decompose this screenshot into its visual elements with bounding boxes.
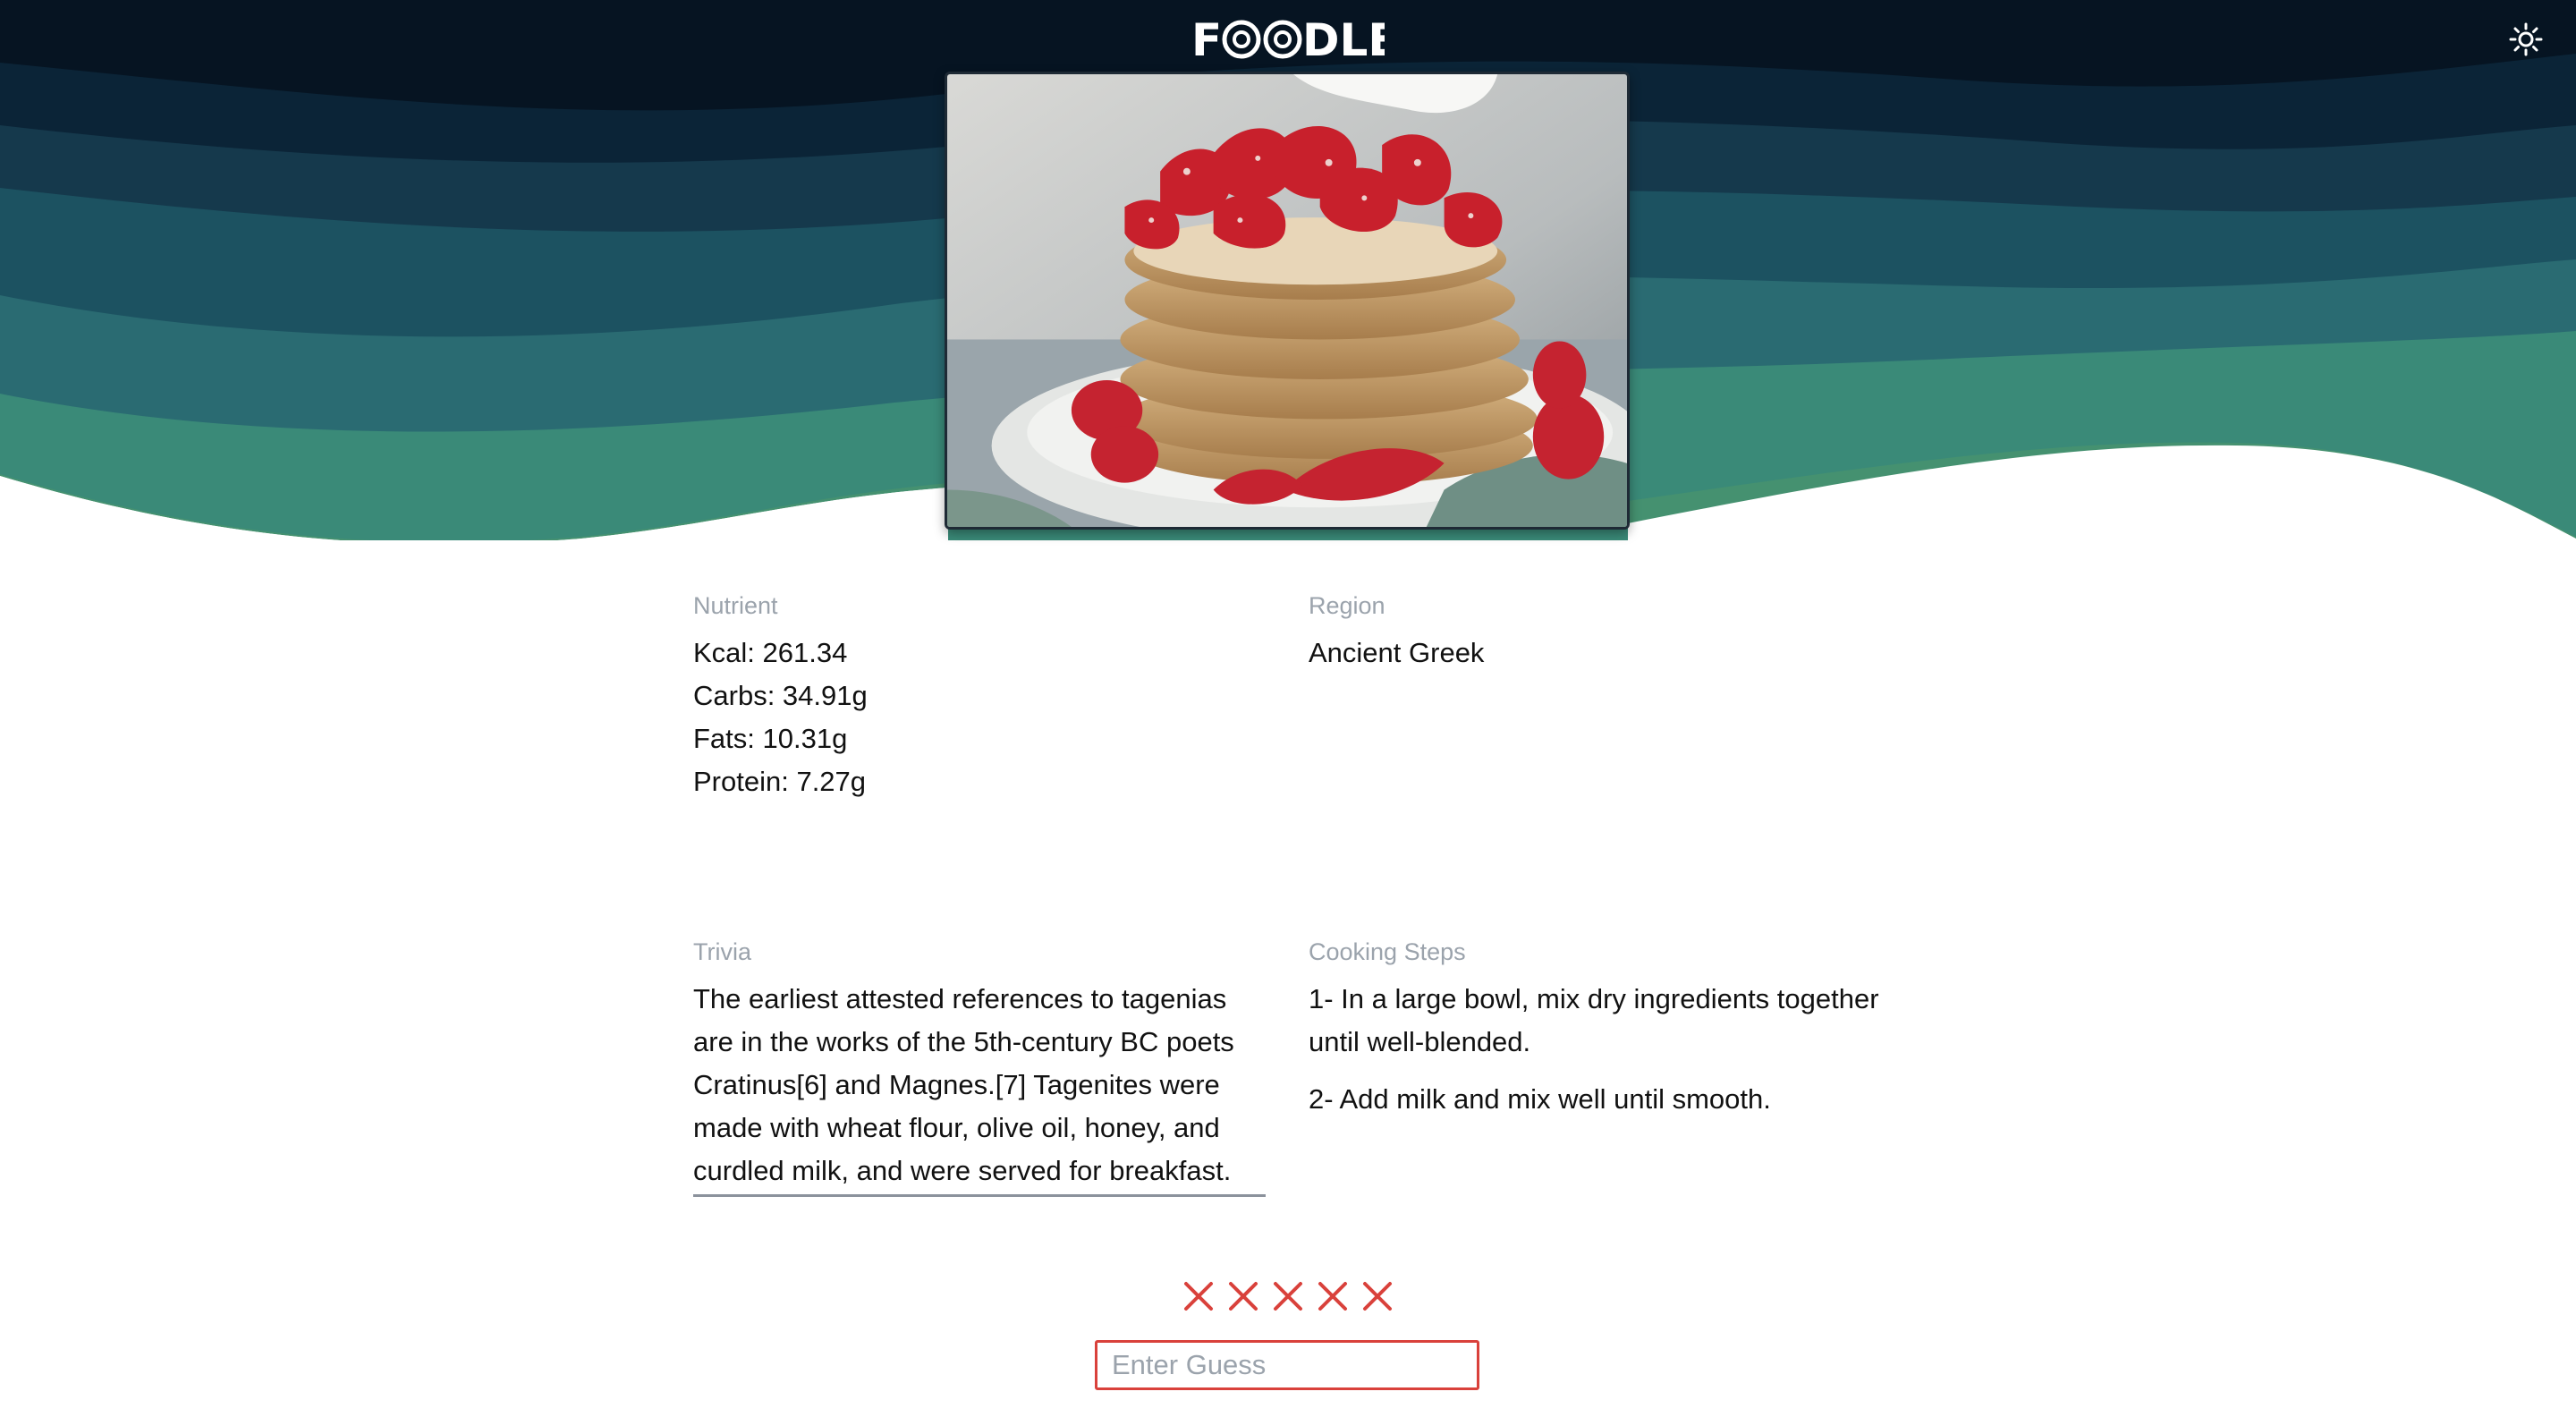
cooking-step: 1- In a large bowl, mix dry ingredients … (1309, 983, 1879, 1057)
food-photo (945, 72, 1630, 530)
x-icon (1363, 1282, 1392, 1311)
logo-graphic: F DLE (1191, 14, 1399, 66)
trivia-text: The earliest attested references to tage… (693, 978, 1266, 1197)
region-label: Region (1309, 592, 1385, 619)
nutrient-label: Nutrient (693, 592, 778, 619)
theme-toggle-button[interactable] (2503, 16, 2549, 63)
foodle-page: F DLE Nutrient Kcal: 261.34 Carbs: 34.91… (0, 0, 2576, 1417)
logo-letters-dle: DLE (1302, 14, 1385, 64)
nutrient-kcal: Kcal: 261.34 (693, 637, 848, 668)
cooking-steps-label: Cooking Steps (1309, 938, 1466, 965)
nutrient-carbs: Carbs: 34.91g (693, 680, 868, 711)
trivia-label: Trivia (693, 938, 751, 965)
x-icon (1318, 1282, 1347, 1311)
sun-icon (2509, 22, 2543, 56)
guess-indicators (1181, 1274, 1395, 1319)
cooking-step: 2- Add milk and mix well until smooth. (1309, 1083, 1771, 1115)
plate-icon-2 (1263, 20, 1302, 59)
cooking-steps-clue: Cooking Steps 1- In a large bowl, mix dr… (1309, 937, 1899, 1135)
x-icon (1229, 1282, 1258, 1311)
nutrient-fats: Fats: 10.31g (693, 723, 848, 754)
nutrient-clue: Nutrient Kcal: 261.34 Carbs: 34.91g Fats… (693, 590, 1266, 803)
logo-letter-f: F (1191, 14, 1222, 64)
nutrient-protein: Protein: 7.27g (693, 766, 867, 797)
guess-input[interactable] (1095, 1340, 1479, 1390)
region-clue: Region Ancient Greek (1309, 590, 1881, 675)
x-icon (1274, 1282, 1302, 1311)
x-icon (1184, 1282, 1213, 1311)
plate-icon (1222, 20, 1261, 59)
region-value: Ancient Greek (1309, 637, 1485, 668)
foodle-logo: F DLE (1191, 11, 1399, 66)
trivia-clue: Trivia The earliest attested references … (693, 937, 1266, 1197)
